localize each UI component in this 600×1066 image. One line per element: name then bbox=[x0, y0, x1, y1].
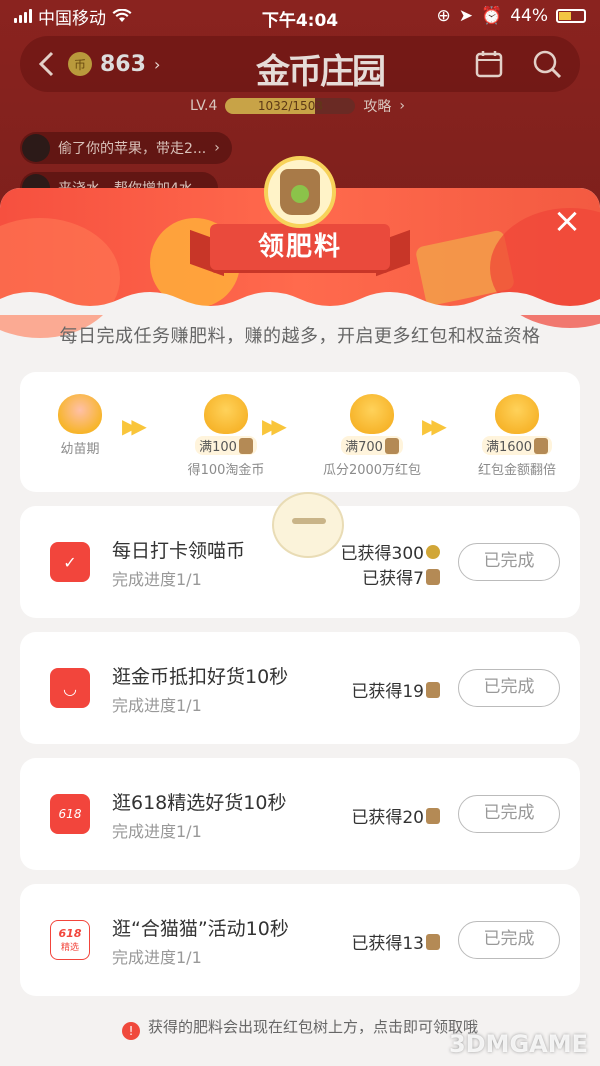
double-arrow-icon: ▶▶ bbox=[122, 414, 147, 438]
stage-label: 红包金额翻倍 bbox=[477, 463, 556, 478]
search-icon[interactable] bbox=[532, 49, 562, 79]
fertilizer-icon bbox=[426, 933, 440, 950]
back-icon[interactable] bbox=[38, 51, 54, 77]
task-reward-fertilizer: 已获得7 bbox=[362, 564, 440, 589]
task-title: 每日打卡领喵币 bbox=[112, 540, 246, 562]
stage-requirement: 满700 bbox=[341, 436, 403, 455]
app-topbar: 币 863 › 金币庄园 bbox=[20, 36, 580, 92]
level-label: LV.4 bbox=[190, 98, 218, 114]
task-reward-coins: 已获得300 bbox=[341, 539, 440, 564]
status-bar: 中国移动 下午4:04 ⊕ ➤ ⏰ 44% bbox=[0, 0, 600, 32]
stage-requirement: 满1600 bbox=[481, 436, 553, 455]
growth-stages-card: 幼苗期 ▶▶ 满100 得100淘金币 ▶▶ 满700 瓜分2000万红包 ▶▶… bbox=[20, 372, 580, 492]
stage-label: 瓜分2000万红包 bbox=[322, 463, 422, 478]
fertilizer-icon bbox=[426, 807, 440, 824]
task-progress: 完成进度1/1 bbox=[112, 948, 202, 967]
double-reward-tree-icon bbox=[495, 394, 539, 434]
fertilizer-icon bbox=[426, 681, 440, 698]
gold-coin-icon bbox=[426, 544, 440, 559]
battery-icon bbox=[556, 9, 586, 23]
stage-item: 满700 瓜分2000万红包 bbox=[312, 394, 432, 478]
chevron-right-icon: › bbox=[399, 98, 406, 114]
completed-button[interactable]: 已完成 bbox=[458, 921, 560, 959]
level-progress-text: 1032/1503 bbox=[257, 99, 323, 113]
task-card: 618 精选 逛“合猫猫”活动10秒 完成进度1/1 已获得13 已完成 bbox=[20, 884, 580, 996]
strategy-link[interactable]: 攻略 bbox=[363, 96, 391, 116]
level-progress-bar: 1032/1503 bbox=[225, 98, 356, 114]
feed-item[interactable]: 偷了你的苹果，带走2... › bbox=[20, 132, 232, 164]
task-title: 逛618精选好货10秒 bbox=[112, 792, 287, 814]
618-select-icon: 618 精选 bbox=[50, 920, 90, 960]
fertilizer-icon bbox=[426, 568, 440, 585]
fertilizer-bag-icon bbox=[280, 169, 320, 215]
close-button[interactable]: × bbox=[550, 204, 584, 238]
task-title: 逛“合猫猫”活动10秒 bbox=[112, 918, 289, 940]
stage-label: 得100淘金币 bbox=[187, 463, 265, 478]
fertilizer-sheet: 领肥料 × 每日完成任务赚肥料，赚的越多，开启更多红包和权益资格 幼苗期 ▶▶ … bbox=[0, 188, 600, 1066]
completed-button[interactable]: 已完成 bbox=[458, 795, 560, 833]
level-row: LV.4 1032/1503 攻略 › bbox=[190, 96, 405, 116]
coin-balance[interactable]: 币 863 › bbox=[68, 52, 160, 77]
fertilizer-icon bbox=[238, 437, 253, 454]
fertilizer-icon bbox=[534, 437, 549, 454]
task-progress: 完成进度1/1 bbox=[112, 570, 202, 589]
chevron-right-circle-icon: › bbox=[153, 54, 161, 74]
avatar bbox=[22, 134, 50, 162]
completed-button[interactable]: 已完成 bbox=[458, 669, 560, 707]
task-reward-fertilizer: 已获得13 bbox=[351, 929, 440, 954]
double-arrow-icon: ▶▶ bbox=[262, 414, 287, 438]
calendar-icon: ✓ bbox=[50, 542, 90, 582]
red-packet-tree-icon bbox=[350, 394, 394, 434]
task-card: 618 逛618精选好货10秒 完成进度1/1 已获得20 已完成 bbox=[20, 758, 580, 870]
info-icon: ! bbox=[121, 1022, 140, 1040]
completed-button[interactable]: 已完成 bbox=[458, 543, 560, 581]
modal-title: 领肥料 bbox=[210, 224, 390, 270]
stage-item: 满1600 红包金额翻倍 bbox=[457, 394, 577, 478]
shopping-bag-icon: ◡ bbox=[50, 668, 90, 708]
618-icon: 618 bbox=[50, 794, 90, 834]
feed-text: 偷了你的苹果，带走2... bbox=[58, 141, 207, 157]
task-progress: 完成进度1/1 bbox=[112, 822, 202, 841]
clock: 下午4:04 bbox=[261, 11, 339, 31]
wave-divider bbox=[0, 292, 600, 315]
fertilizer-icon bbox=[384, 437, 399, 454]
app-logo: 金币庄园 bbox=[256, 52, 386, 92]
double-arrow-icon: ▶▶ bbox=[422, 414, 447, 438]
stage-requirement: 满100 bbox=[195, 436, 257, 455]
task-reward-fertilizer: 已获得19 bbox=[351, 677, 440, 702]
stage-label: 幼苗期 bbox=[60, 442, 100, 457]
coin-icon: 币 bbox=[68, 52, 92, 76]
task-card: ◡ 逛金币抵扣好货10秒 完成进度1/1 已获得19 已完成 bbox=[20, 632, 580, 744]
task-title: 逛金币抵扣好货10秒 bbox=[112, 666, 289, 688]
task-progress: 完成进度1/1 bbox=[112, 696, 202, 715]
decor-cloud bbox=[0, 218, 120, 338]
fertilizer-badge bbox=[264, 156, 336, 228]
sapling-tree-icon bbox=[58, 394, 102, 434]
mascot-icon bbox=[272, 492, 344, 558]
chevron-right-icon: › bbox=[214, 140, 220, 156]
task-reward-fertilizer: 已获得20 bbox=[351, 803, 440, 828]
watermark: 3DMGAME bbox=[448, 1030, 588, 1058]
modal-subtitle: 每日完成任务赚肥料，赚的越多，开启更多红包和权益资格 bbox=[59, 326, 541, 347]
calendar-icon[interactable] bbox=[474, 49, 504, 79]
coin-count: 863 bbox=[100, 51, 146, 77]
coin-tree-icon bbox=[204, 394, 248, 434]
